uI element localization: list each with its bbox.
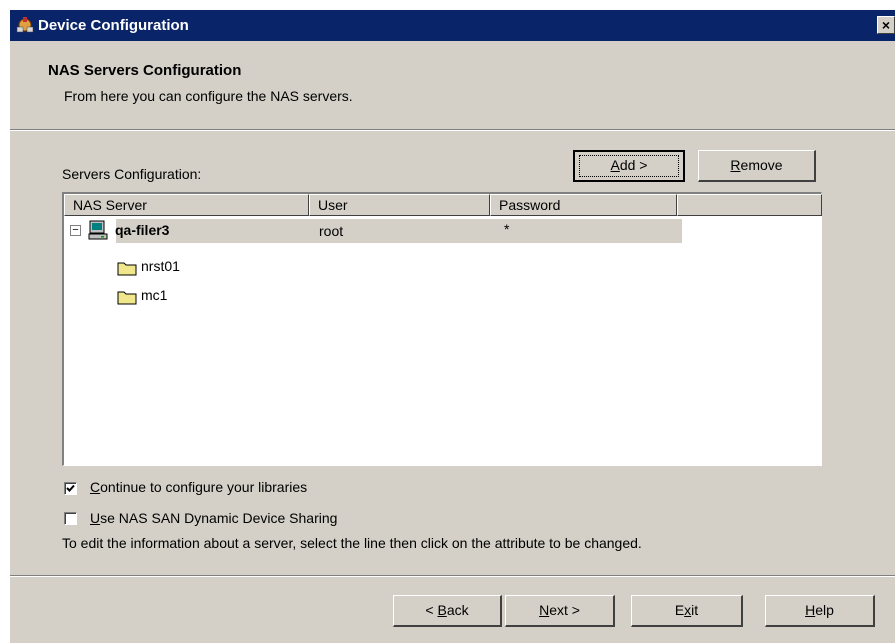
help-button[interactable]: Help xyxy=(765,595,875,627)
selected-row-highlight xyxy=(116,219,682,243)
title-bar[interactable]: Device Configuration × xyxy=(10,10,895,41)
column-header-user[interactable]: User xyxy=(309,194,490,216)
child-item-nrst01[interactable]: nrst01 xyxy=(141,258,180,274)
footer-divider xyxy=(10,575,895,577)
page-title: NAS Servers Configuration xyxy=(48,62,242,79)
remove-button-label: Remove xyxy=(730,157,783,173)
child-item-mc1[interactable]: mc1 xyxy=(141,287,167,303)
back-button-label: < Back xyxy=(425,602,469,618)
folder-icon xyxy=(117,291,137,305)
window-title: Device Configuration xyxy=(38,17,189,34)
remove-button[interactable]: Remove xyxy=(698,150,816,182)
help-button-label: Help xyxy=(805,602,834,618)
add-button-label: Add > xyxy=(610,157,648,173)
close-button[interactable]: × xyxy=(877,16,895,34)
san-sharing-label[interactable]: Use NAS SAN Dynamic Device Sharing xyxy=(90,510,337,526)
device-configuration-window: Device Configuration × NAS Servers Confi… xyxy=(10,10,895,643)
add-button[interactable]: Add > xyxy=(573,150,685,182)
computer-icon xyxy=(88,220,108,240)
header-divider xyxy=(10,129,895,131)
server-name-cell[interactable]: qa-filer3 xyxy=(115,222,169,238)
checkmark-icon xyxy=(66,484,75,492)
servers-tree-list[interactable]: NAS Server User Password − qa-filer3 roo… xyxy=(62,192,822,466)
column-header-nas-server[interactable]: NAS Server xyxy=(64,194,309,216)
server-user-cell[interactable]: root xyxy=(319,223,343,239)
page-subtitle: From here you can configure the NAS serv… xyxy=(64,88,353,104)
servers-configuration-label: Servers Configuration: xyxy=(62,166,202,182)
close-icon: × xyxy=(881,17,891,33)
san-sharing-checkbox[interactable] xyxy=(64,512,77,525)
column-header-filler xyxy=(677,194,822,216)
server-password-cell[interactable]: * xyxy=(504,221,509,237)
exit-button-label: Exit xyxy=(674,602,699,618)
column-header-password[interactable]: Password xyxy=(490,194,677,216)
exit-button[interactable]: Exit xyxy=(631,595,743,627)
next-button[interactable]: Next > xyxy=(505,595,615,627)
continue-libraries-checkbox[interactable] xyxy=(64,482,77,495)
device-config-icon xyxy=(16,17,34,33)
next-button-label: Next > xyxy=(539,602,580,618)
back-button[interactable]: < Back xyxy=(393,595,502,627)
continue-libraries-label[interactable]: Continue to configure your libraries xyxy=(90,479,307,495)
folder-icon xyxy=(117,262,137,276)
collapse-toggle[interactable]: − xyxy=(70,225,81,236)
edit-hint-text: To edit the information about a server, … xyxy=(62,535,642,551)
